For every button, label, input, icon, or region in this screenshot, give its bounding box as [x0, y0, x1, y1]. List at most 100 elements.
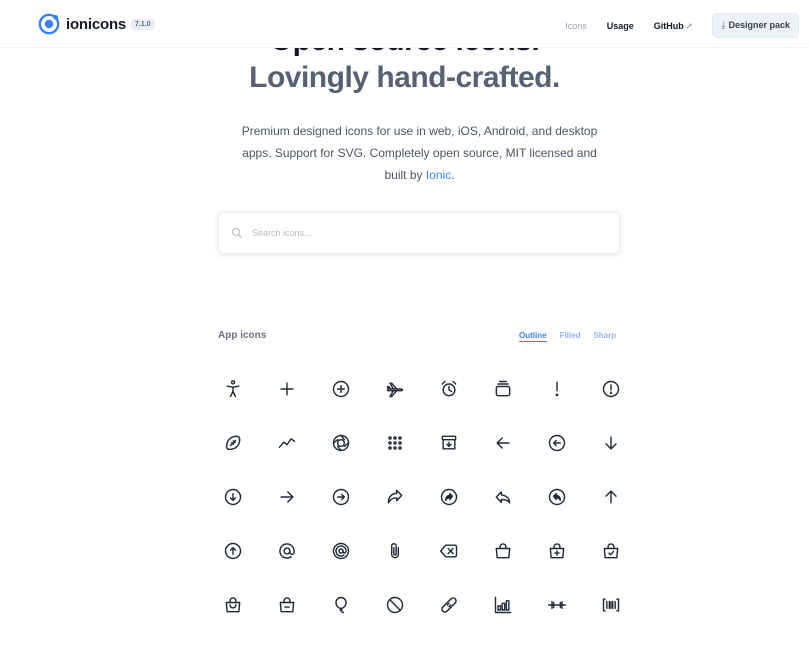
arrow-redo-icon — [387, 489, 403, 504]
logo-text: ionicons — [66, 15, 127, 33]
archive-icon — [441, 435, 457, 450]
arrow-undo-circle-icon — [548, 488, 566, 506]
hero-description-text: Premium designed icons for use in web, i… — [241, 124, 598, 182]
icon-cell[interactable] — [260, 578, 314, 632]
arrow-forward-circle-icon — [332, 488, 350, 506]
icon-cell[interactable] — [260, 524, 314, 578]
icon-cell[interactable] — [206, 524, 260, 578]
arrow-down-icon — [605, 436, 617, 450]
arrow-undo-icon — [495, 491, 511, 504]
icon-cell[interactable] — [422, 524, 476, 578]
search-icon — [231, 227, 243, 239]
tab-filled[interactable]: Filled — [560, 331, 581, 342]
tab-outline[interactable]: Outline — [519, 331, 547, 342]
alert-circle-icon — [602, 380, 620, 398]
icon-cell[interactable] — [314, 416, 368, 470]
search-input[interactable] — [252, 228, 612, 238]
section-title: App icons — [218, 330, 267, 341]
alert-icon — [555, 381, 559, 397]
icon-cell[interactable] — [530, 416, 584, 470]
backspace-icon — [439, 544, 458, 558]
accessibility-icon — [226, 380, 240, 398]
designer-pack-button[interactable]: ⤓ Designer pack — [712, 13, 799, 38]
icon-cell[interactable] — [206, 362, 260, 416]
arrow-back-icon — [496, 437, 510, 449]
bandage-icon — [441, 597, 457, 613]
download-icon: ⤓ — [721, 20, 726, 30]
icon-cell[interactable] — [314, 362, 368, 416]
icon-cell[interactable] — [530, 470, 584, 524]
nav-usage-link[interactable]: Usage — [607, 21, 634, 31]
designer-pack-label: Designer pack — [728, 20, 790, 30]
icon-cell[interactable] — [476, 416, 530, 470]
arrow-down-circle-icon — [224, 488, 242, 506]
bag-check-icon — [603, 543, 619, 559]
logo[interactable]: ionicons — [38, 13, 126, 35]
icon-cell[interactable] — [368, 416, 422, 470]
icon-cell[interactable] — [260, 470, 314, 524]
icon-cell[interactable] — [476, 362, 530, 416]
icon-cell[interactable] — [422, 416, 476, 470]
attach-icon — [390, 543, 400, 559]
airplane-icon — [386, 382, 404, 398]
version-badge: 7.1.0 — [131, 19, 155, 30]
search-box[interactable] — [218, 212, 620, 254]
bag-icon — [495, 543, 511, 559]
external-link-icon: ↗ — [685, 21, 693, 31]
nav-github-label: GitHub — [653, 20, 684, 31]
ionic-link[interactable]: Ionic — [426, 168, 451, 182]
aperture-icon — [332, 434, 350, 452]
arrow-back-circle-icon — [548, 434, 566, 452]
icon-cell[interactable] — [584, 470, 638, 524]
icon-cell[interactable] — [476, 524, 530, 578]
alarm-icon — [441, 380, 457, 397]
icon-cell[interactable] — [314, 524, 368, 578]
icon-cell[interactable] — [422, 470, 476, 524]
icon-cell[interactable] — [368, 470, 422, 524]
hero-description-end: . — [451, 168, 455, 182]
barbell-icon — [547, 600, 567, 610]
icon-cell[interactable] — [260, 416, 314, 470]
bag-remove-icon — [279, 597, 295, 613]
icon-cell[interactable] — [368, 578, 422, 632]
icon-cell[interactable] — [530, 524, 584, 578]
icon-cell[interactable] — [476, 470, 530, 524]
icon-cell[interactable] — [584, 578, 638, 632]
icon-cell[interactable] — [368, 524, 422, 578]
add-circle-icon — [332, 380, 350, 398]
icon-grid — [206, 362, 638, 632]
barcode-icon — [602, 598, 620, 612]
icon-cell[interactable] — [584, 524, 638, 578]
albums-icon — [495, 380, 511, 397]
hero-title-line2: Lovingly hand-crafted. — [249, 61, 560, 94]
icon-cell[interactable] — [206, 470, 260, 524]
hero-description: Premium designed icons for use in web, i… — [230, 120, 609, 186]
icon-cell[interactable] — [206, 416, 260, 470]
icon-cell[interactable] — [584, 416, 638, 470]
nav-github-link[interactable]: GitHub ↗ — [654, 21, 693, 31]
ban-icon — [386, 596, 404, 614]
tab-sharp[interactable]: Sharp — [593, 331, 616, 342]
icon-cell[interactable] — [314, 470, 368, 524]
style-tabs: Outline Filled Sharp — [519, 331, 629, 342]
icon-cell[interactable] — [314, 578, 368, 632]
icon-cell[interactable] — [476, 578, 530, 632]
balloon-icon — [335, 596, 347, 614]
apps-icon — [388, 436, 402, 450]
icon-cell[interactable] — [530, 362, 584, 416]
icon-cell[interactable] — [422, 578, 476, 632]
icon-cell[interactable] — [260, 362, 314, 416]
icon-cell[interactable] — [368, 362, 422, 416]
american-football-icon — [225, 435, 241, 451]
bag-handle-icon — [225, 597, 241, 613]
ionicons-logo-icon — [38, 13, 60, 35]
icon-cell[interactable] — [422, 362, 476, 416]
nav-icons-link[interactable]: Icons — [565, 21, 587, 31]
top-header: ionicons 7.1.0 Icons Usage GitHub ↗ ⤓ Desi… — [0, 0, 809, 48]
icon-cell[interactable] — [530, 578, 584, 632]
analytics-icon — [278, 438, 296, 448]
bar-chart-icon — [494, 596, 512, 614]
icon-cell[interactable] — [584, 362, 638, 416]
arrow-up-icon — [605, 490, 617, 504]
icon-cell[interactable] — [206, 578, 260, 632]
